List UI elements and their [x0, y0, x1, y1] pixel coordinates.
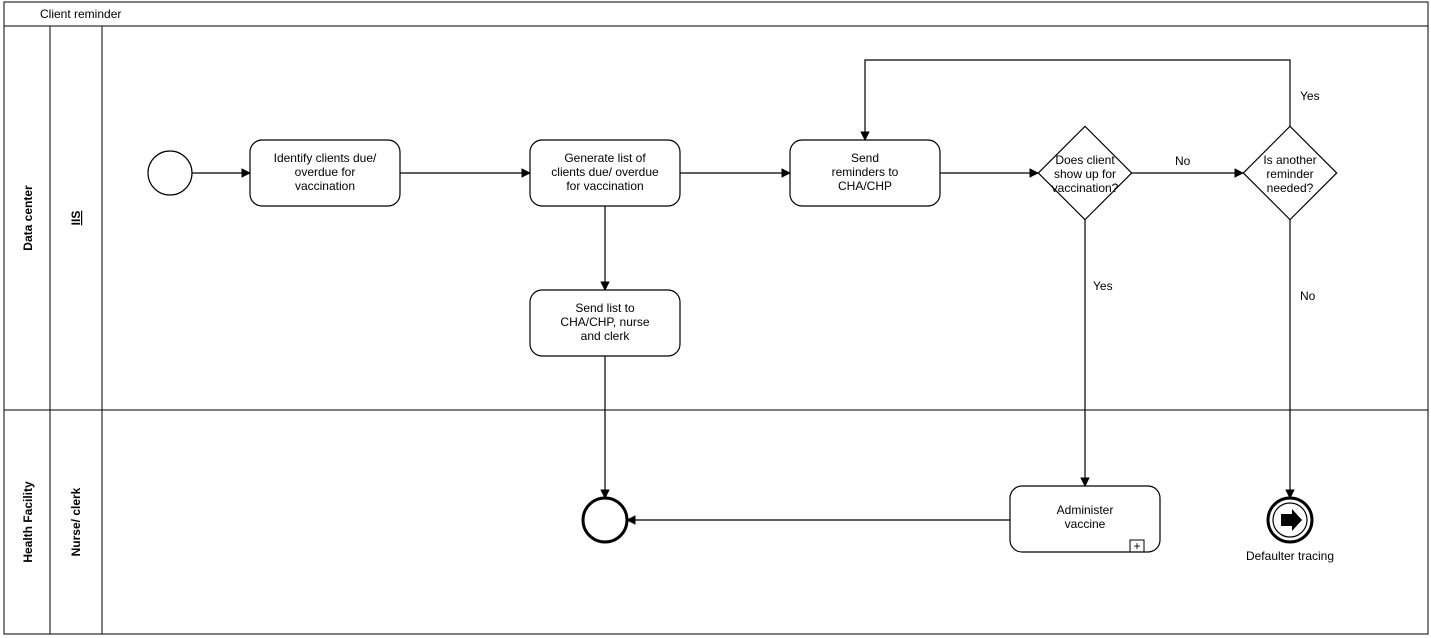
gateway-another-reminder: Is another reminder needed?: [1243, 126, 1336, 219]
label-yes-2: Yes: [1300, 89, 1320, 103]
label-yes-1: Yes: [1093, 279, 1113, 293]
task-identify-l2: overdue for: [295, 165, 356, 179]
title-bar: [4, 2, 1428, 26]
task-identify-l1: Identify clients due/: [274, 151, 377, 165]
task-identify-l3: vaccination: [295, 179, 355, 193]
diagram-title: Client reminder: [40, 7, 121, 21]
gateway-show-up: Does client show up for vaccination?: [1038, 126, 1131, 219]
pool-label-data-center: Data center: [21, 185, 35, 251]
task-generate-l3: for vaccination: [566, 179, 643, 193]
task-send-list-l2: CHA/CHP, nurse: [560, 315, 649, 329]
task-administer-l1: Administer: [1057, 503, 1114, 517]
gateway-show-up-l3: vaccination?: [1052, 181, 1119, 195]
task-send-reminders-l2: reminders to: [832, 165, 899, 179]
subprocess-marker: +: [1133, 539, 1140, 553]
gateway-show-up-l1: Does client: [1055, 153, 1115, 167]
task-administer-l2: vaccine: [1065, 517, 1106, 531]
gateway-another-l2: reminder: [1266, 167, 1313, 181]
bpmn-diagram: Client reminder Data center IIS Health F…: [0, 0, 1431, 638]
gateway-another-l1: Is another: [1263, 153, 1316, 167]
task-send-list-l3: and clerk: [581, 329, 631, 343]
end-link-label: Defaulter tracing: [1246, 549, 1334, 563]
gateway-another-l3: needed?: [1267, 181, 1314, 195]
lane-iids-content: [102, 26, 1428, 410]
flow-gwanother-sendreminders: [865, 60, 1290, 140]
lane-label-iis: IIS: [69, 211, 83, 226]
pool-health-facility: [4, 410, 1428, 634]
lane-nurse-content: [102, 410, 1428, 634]
label-no-2: No: [1300, 289, 1316, 303]
task-send-reminders-l1: Send: [851, 151, 879, 165]
task-send-reminders-l3: CHA/CHP: [838, 179, 892, 193]
task-generate-l1: Generate list of: [564, 151, 646, 165]
end-link-event: [1268, 498, 1312, 542]
pool-data-center: [4, 26, 1428, 410]
intermediate-event: [583, 498, 627, 542]
task-generate-l2: clients due/ overdue: [551, 165, 659, 179]
pool-label-health-facility: Health Facility: [21, 481, 35, 563]
gateway-show-up-l2: show up for: [1054, 167, 1116, 181]
lane-label-nurse-clerk: Nurse/ clerk: [69, 487, 83, 556]
task-send-list-l1: Send list to: [575, 301, 635, 315]
label-no-1: No: [1175, 154, 1191, 168]
start-event: [148, 151, 192, 195]
